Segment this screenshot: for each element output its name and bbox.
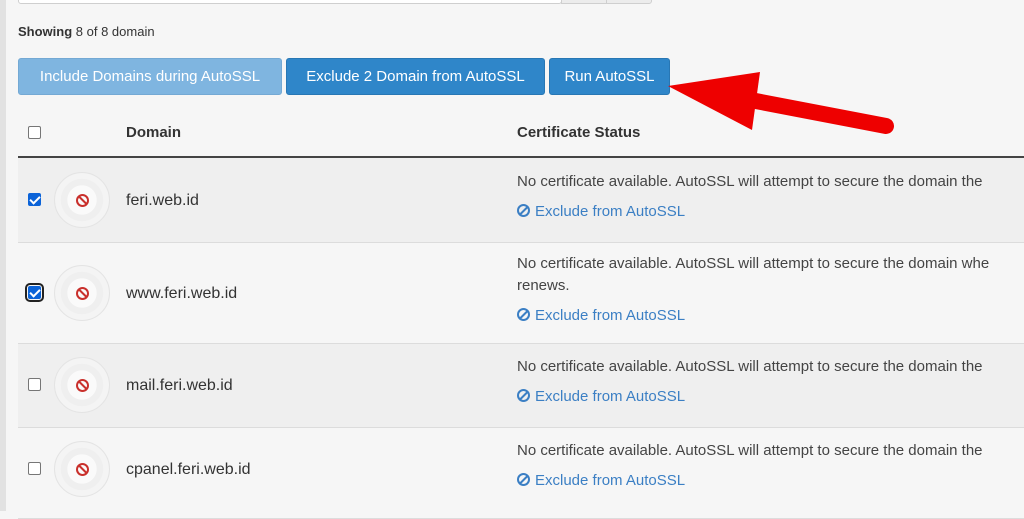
search-button[interactable] <box>561 0 607 4</box>
certificate-message: No certificate available. AutoSSL will a… <box>517 173 983 190</box>
ban-icon <box>76 463 89 476</box>
exclude-from-autossl-link[interactable]: Exclude from AutoSSL <box>517 472 685 489</box>
showing-count: Showing 8 of 8 domain <box>18 24 155 39</box>
left-panel-edge <box>0 0 6 511</box>
ban-icon <box>517 389 530 402</box>
header-domain: Domain <box>126 124 182 141</box>
status-indicator <box>54 172 110 228</box>
exclude-link-label: Exclude from AutoSSL <box>535 203 686 220</box>
ban-icon <box>76 379 89 392</box>
domain-name: www.feri.web.id <box>126 285 238 302</box>
domain-name: cpanel.feri.web.id <box>126 461 251 478</box>
table-row: feri.web.id No certificate available. Au… <box>18 158 1024 243</box>
certificate-message: No certificate available. AutoSSL will a… <box>517 255 990 272</box>
include-domains-button[interactable]: Include Domains during AutoSSL <box>18 58 282 95</box>
status-indicator <box>54 441 110 497</box>
domain-name: mail.feri.web.id <box>126 377 233 394</box>
exclude-link-label: Exclude from AutoSSL <box>535 472 686 489</box>
exclude-link-label: Exclude from AutoSSL <box>535 388 686 405</box>
ban-icon <box>517 204 530 217</box>
row-checkbox[interactable] <box>25 283 44 302</box>
row-checkbox[interactable] <box>28 462 41 475</box>
table-row: mail.feri.web.id No certificate availabl… <box>18 344 1024 428</box>
exclude-from-autossl-link[interactable]: Exclude from AutoSSL <box>517 307 685 324</box>
certificate-message: No certificate available. AutoSSL will a… <box>517 442 983 459</box>
run-autossl-button[interactable]: Run AutoSSL <box>549 58 670 95</box>
ban-icon <box>517 473 530 486</box>
table-header: Domain Certificate Status <box>18 110 1024 158</box>
showing-text: 8 of 8 domain <box>75 24 155 39</box>
exclude-from-autossl-link[interactable]: Exclude from AutoSSL <box>517 203 685 220</box>
ban-icon <box>76 194 89 207</box>
search-input[interactable] <box>18 0 562 4</box>
status-indicator <box>54 265 110 321</box>
table-row: www.feri.web.id No certificate available… <box>18 243 1024 344</box>
header-certificate-status: Certificate Status <box>517 124 641 141</box>
showing-label: Showing <box>18 24 73 39</box>
certificate-message-continued: renews. <box>517 277 570 294</box>
exclude-link-label: Exclude from AutoSSL <box>535 307 686 324</box>
table-row: cpanel.feri.web.id No certificate availa… <box>18 428 1024 519</box>
status-indicator <box>54 357 110 413</box>
search-bar <box>18 0 652 4</box>
search-options-button[interactable] <box>606 0 652 4</box>
certificate-message: No certificate available. AutoSSL will a… <box>517 358 983 375</box>
exclude-domains-button[interactable]: Exclude 2 Domain from AutoSSL <box>286 58 545 95</box>
ban-icon <box>76 287 89 300</box>
row-checkbox[interactable] <box>28 378 41 391</box>
select-all-checkbox[interactable] <box>28 126 41 139</box>
exclude-from-autossl-link[interactable]: Exclude from AutoSSL <box>517 388 685 405</box>
domain-name: feri.web.id <box>126 192 199 209</box>
ban-icon <box>517 308 530 321</box>
row-checkbox[interactable] <box>28 193 41 206</box>
